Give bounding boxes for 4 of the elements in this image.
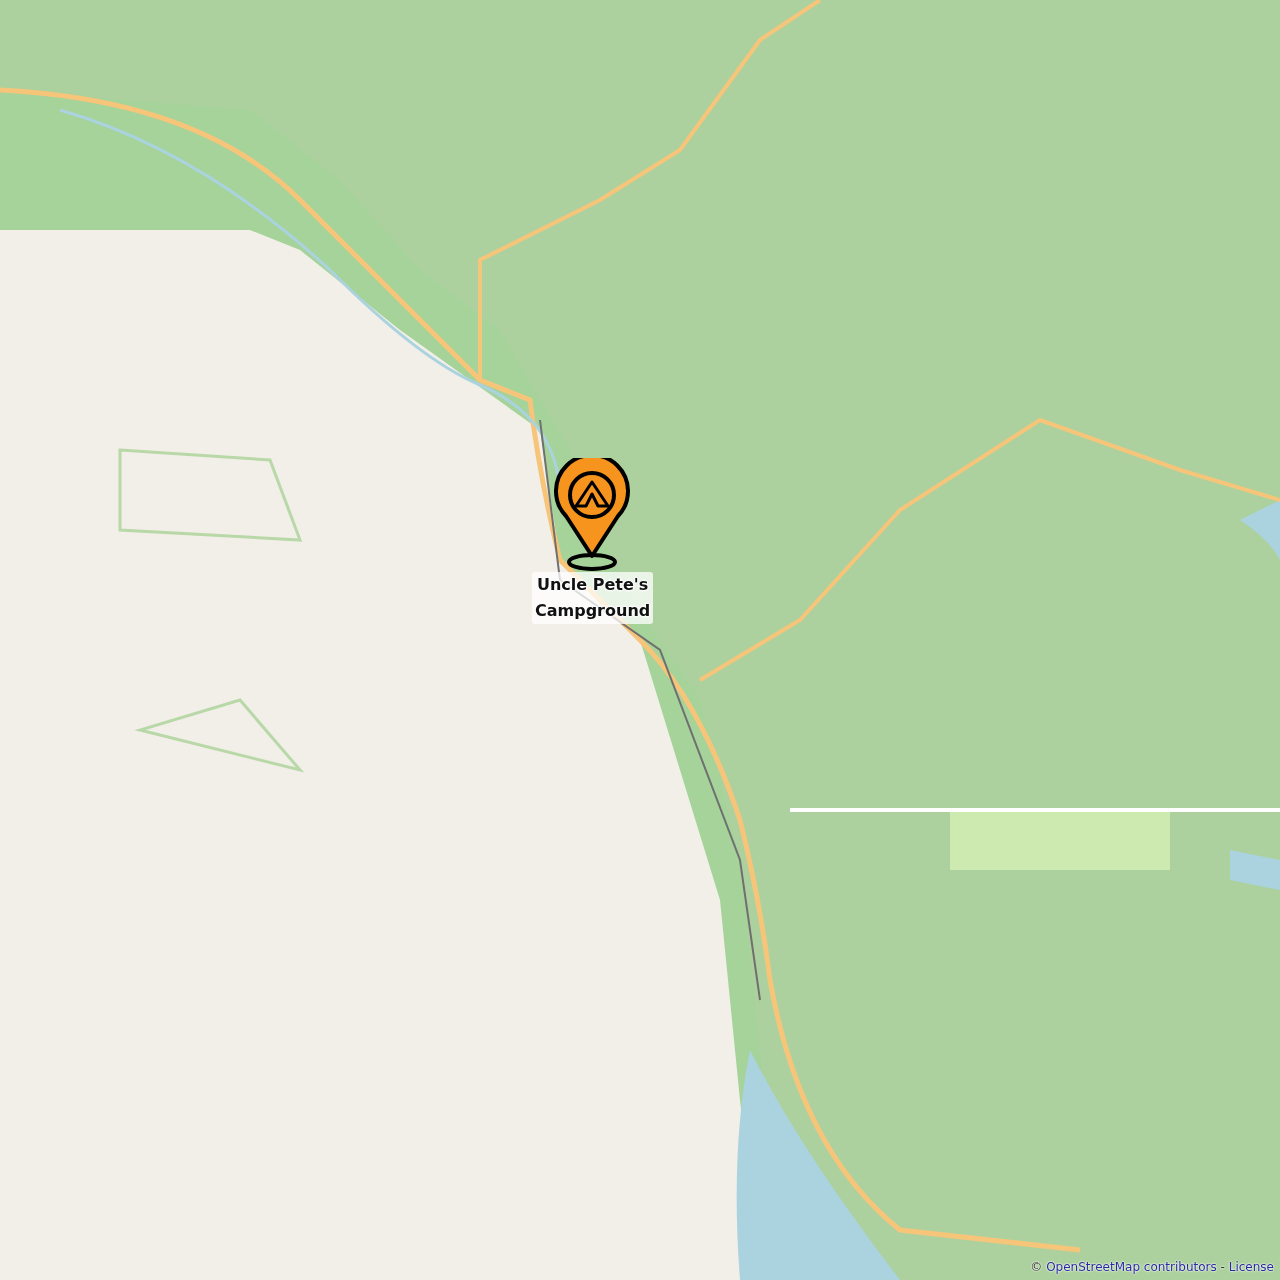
campground-label: Uncle Pete's Campground [532,572,654,624]
attribution-text: © OpenStreetMap contributors - License [1030,1260,1274,1274]
openstreetmap-link[interactable]: OpenStreetMap contributors [1046,1260,1217,1274]
license-link[interactable]: License [1228,1260,1274,1274]
